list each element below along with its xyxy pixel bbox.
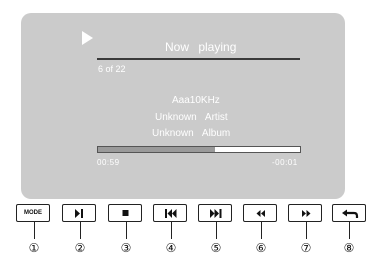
- leader-line: [261, 222, 262, 239]
- header-divider: [97, 58, 300, 60]
- rewind-icon: [256, 210, 265, 217]
- mode-button[interactable]: MODE: [16, 204, 50, 222]
- remaining-time: -00:01: [272, 158, 298, 167]
- track-album: Unknown Album: [152, 128, 231, 139]
- leader-line: [34, 222, 35, 239]
- progress-bar[interactable]: [97, 146, 301, 153]
- stop-icon: [122, 210, 129, 216]
- elapsed-time: 00:59: [97, 158, 120, 167]
- callout-number: ⑦: [300, 241, 312, 255]
- leader-line: [306, 222, 307, 239]
- mode-icon: MODE: [24, 210, 42, 216]
- leader-line: [216, 222, 217, 239]
- callout-number: ①: [28, 241, 40, 255]
- progress-fill: [98, 147, 216, 152]
- skip-previous-icon: [165, 209, 177, 218]
- leader-line: [80, 222, 81, 239]
- track-artist: Unknown Artist: [155, 112, 228, 123]
- fast-forward-button[interactable]: [288, 204, 322, 222]
- play-indicator-icon: [82, 31, 93, 45]
- stop-button[interactable]: [108, 204, 142, 222]
- track-count: 6 of 22: [98, 64, 126, 74]
- callout-number: ③: [120, 241, 132, 255]
- play-pause-button[interactable]: [62, 204, 96, 222]
- track-title: Aaa10KHz: [172, 95, 220, 106]
- rewind-button[interactable]: [243, 204, 277, 222]
- callout-number: ⑥: [255, 241, 267, 255]
- callout-number: ④: [165, 241, 177, 255]
- callout-number: ⑧: [343, 241, 355, 255]
- now-playing-header: Now playing: [165, 40, 237, 54]
- return-arrow-icon: [342, 209, 359, 218]
- play-pause-icon: [75, 209, 83, 218]
- leader-line: [349, 222, 350, 239]
- callout-number: ⑤: [210, 241, 222, 255]
- fast-forward-icon: [302, 210, 311, 217]
- back-button[interactable]: [332, 204, 366, 222]
- next-button[interactable]: [198, 204, 232, 222]
- skip-next-icon: [210, 209, 222, 218]
- leader-line: [126, 222, 127, 239]
- previous-button[interactable]: [153, 204, 187, 222]
- callout-number: ②: [74, 241, 86, 255]
- leader-line: [171, 222, 172, 239]
